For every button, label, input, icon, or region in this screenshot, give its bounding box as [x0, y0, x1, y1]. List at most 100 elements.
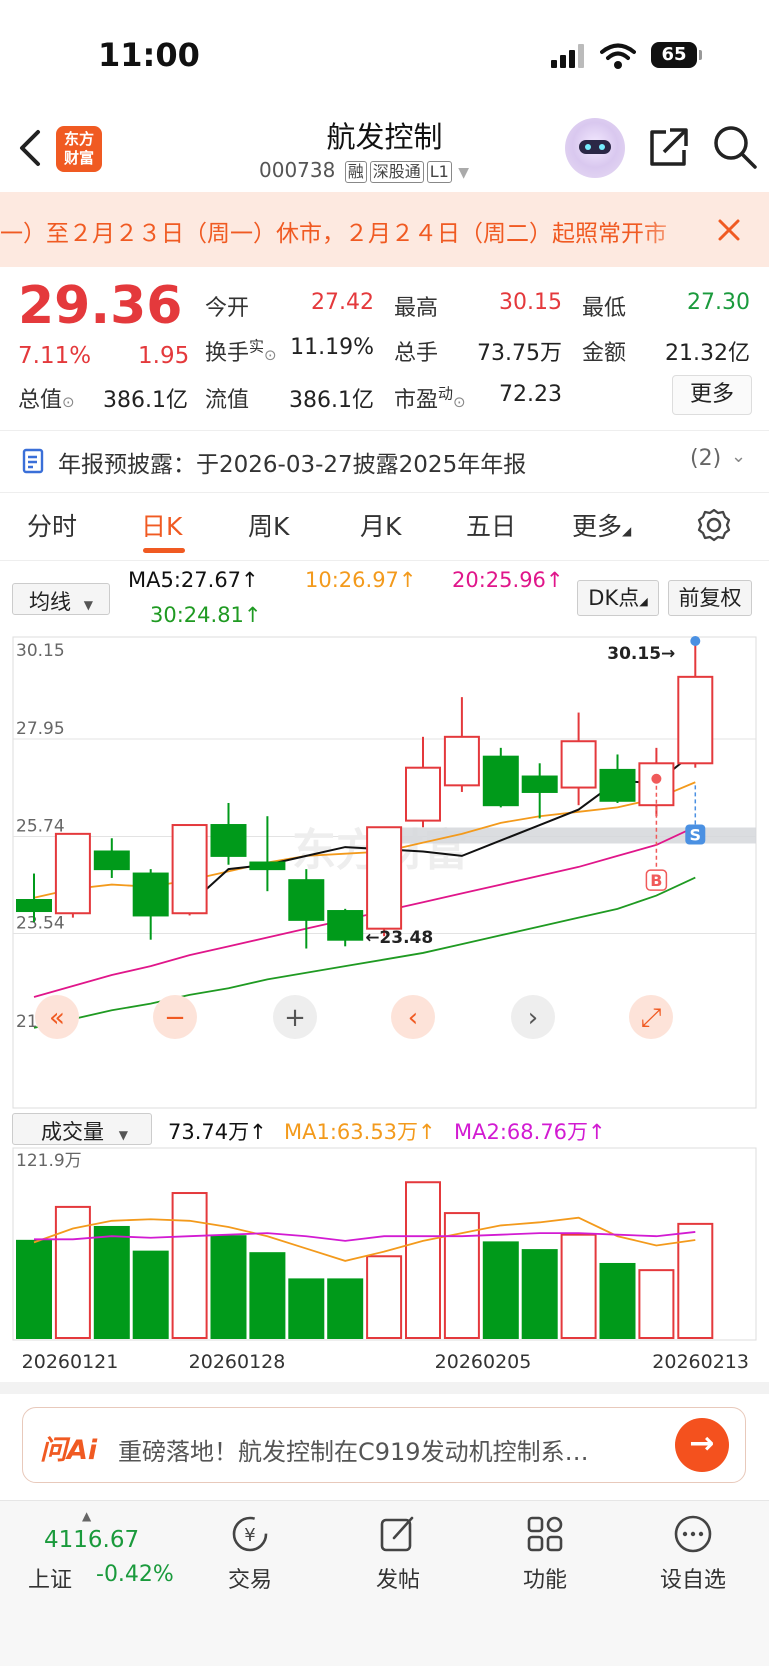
candle-body — [521, 775, 558, 793]
close-icon[interactable] — [717, 218, 741, 242]
indicator-selector[interactable]: 成交量 ▼ — [12, 1113, 152, 1145]
report-notice-text[interactable]: 年报预披露：于2026-03-27披露2025年年报 — [58, 445, 526, 479]
info-icon: ⊙ — [264, 346, 277, 364]
volume-bar — [366, 1255, 403, 1339]
stat-label-turnover: 换手实⊙ — [205, 335, 277, 367]
notice-text: 一）至２月２３日（周一）休市，２月２４日（周二）起照常开市 — [0, 221, 667, 247]
index-change[interactable]: -0.42% — [96, 1562, 174, 1587]
chevron-down-icon: ▼ — [83, 598, 93, 612]
volume-bar — [638, 1269, 675, 1339]
chevron-down-icon: ▼ — [118, 1128, 128, 1142]
wifi-icon — [600, 43, 636, 69]
ma5-value: MA5:27.67↑ — [128, 568, 259, 592]
nav-function[interactable]: 功能 — [485, 1562, 605, 1594]
share-icon[interactable] — [646, 126, 690, 170]
volume-ma2: MA2:68.76万↑ — [454, 1120, 606, 1144]
volume-current: 73.74万↑ — [168, 1120, 267, 1144]
tab-intraday[interactable]: 分时 — [27, 507, 77, 543]
y-tick-label: 30.15 — [16, 641, 65, 661]
nav-post[interactable]: 发帖 — [338, 1562, 458, 1594]
tab-weekly-k[interactable]: 周K — [248, 507, 289, 543]
nav-trade[interactable]: 交易 — [190, 1562, 310, 1594]
stat-label-volume: 总手 — [394, 341, 439, 366]
chevron-down-icon: ▼ — [458, 165, 469, 181]
stock-code-line[interactable]: 000738 融深股通 L1 ▼ — [259, 158, 469, 183]
settings-gear-icon[interactable] — [697, 508, 731, 542]
turnover-label-text: 换手 — [205, 341, 250, 366]
post-edit-icon[interactable] — [338, 1512, 458, 1560]
candle-body — [171, 824, 208, 915]
x-date-label: 20260121 — [22, 1351, 119, 1373]
ma-selector[interactable]: 均线 ▼ — [12, 583, 110, 615]
kline-chart[interactable]: 30.1527.9525.7423.5421.33东方财富 30.15→←23.… — [0, 630, 769, 1110]
scroll-far-left-icon-glyph: « — [49, 1003, 65, 1033]
tab-daily-k[interactable]: 日K — [141, 507, 182, 543]
divider — [0, 430, 769, 431]
volume-bar — [560, 1233, 597, 1339]
more-stats-button[interactable]: 更多 — [672, 375, 752, 415]
function-grid-icon[interactable] — [485, 1512, 605, 1560]
caret-up-icon: ▲ — [82, 1509, 92, 1523]
tab-monthly-k[interactable]: 月K — [360, 507, 401, 543]
ai-assistant-avatar[interactable] — [565, 118, 625, 178]
low-price-label: ←23.48 — [365, 928, 433, 948]
info-icon: ⊙ — [62, 393, 75, 411]
pe-label-text: 市盈 — [394, 388, 439, 413]
trade-icon[interactable]: ¥ — [190, 1512, 310, 1560]
battery-icon: 65 — [651, 42, 697, 68]
stat-value-volume: 73.75万 — [477, 341, 562, 366]
stat-label-open: 今开 — [205, 296, 250, 321]
stat-value-low: 27.30 — [687, 290, 750, 315]
pe-sup: 动 — [438, 384, 454, 403]
candle-body — [132, 872, 169, 917]
buy-marker-label: B — [650, 871, 662, 890]
stat-label-float-value: 流值 — [205, 388, 250, 413]
volume-bar — [210, 1235, 247, 1339]
battery-cap — [699, 50, 702, 60]
zoom-in-icon-glyph: + — [284, 1003, 306, 1033]
turnover-sup: 实 — [249, 337, 265, 356]
search-icon[interactable] — [712, 124, 758, 170]
volume-bar — [405, 1181, 441, 1340]
stat-label-high: 最高 — [394, 296, 439, 321]
stock-code: 000738 — [259, 158, 336, 182]
index-name[interactable]: 上证 — [28, 1562, 72, 1594]
dk-point-button[interactable]: DK点◢ — [577, 580, 659, 616]
ai-headline[interactable]: 重磅落地！航发控制在C919发动机控制系… — [118, 1432, 648, 1467]
tab-five-day[interactable]: 五日 — [466, 507, 516, 543]
adjust-price-button[interactable]: 前复权 — [668, 580, 752, 616]
volume-bar — [288, 1278, 325, 1340]
stat-value-amount: 21.32亿 — [665, 341, 750, 366]
index-value[interactable]: 4116.67 — [44, 1527, 139, 1553]
stat-value-total-value: 386.1亿 — [103, 388, 188, 413]
tab-more[interactable]: 更多◢ — [572, 507, 631, 543]
cellular-signal-icon — [551, 44, 587, 68]
volume-bar — [521, 1249, 558, 1339]
volume-chart[interactable]: 121.9万 20260121 20260128 20260205 20260213 — [0, 1146, 769, 1396]
zoom-out-icon-glyph: − — [164, 1003, 186, 1033]
candle-body — [327, 910, 364, 941]
scroll-left-icon-glyph: ‹ — [408, 1003, 418, 1033]
candle-body — [638, 762, 675, 807]
stat-value-high: 30.15 — [499, 290, 562, 315]
y-tick-label: 23.54 — [16, 914, 65, 934]
caret-icon: ◢ — [639, 595, 648, 608]
ma-selector-label: 均线 — [29, 590, 71, 614]
candle-body — [405, 766, 441, 822]
volume-bar — [443, 1212, 480, 1339]
change-amount: 1.95 — [138, 343, 190, 369]
nav-watchlist[interactable]: 设自选 — [633, 1562, 753, 1594]
volume-bar — [327, 1278, 364, 1340]
more-dots-icon[interactable] — [633, 1512, 753, 1560]
chart-bottom-band — [0, 1382, 769, 1394]
high-price-label: 30.15→ — [607, 644, 675, 664]
candle-body — [210, 824, 247, 857]
candle-body — [599, 768, 636, 802]
volume-bar — [482, 1241, 519, 1339]
divider — [0, 492, 769, 493]
scroll-right-icon-glyph: › — [528, 1003, 538, 1033]
arrow-right-icon[interactable]: → — [675, 1418, 729, 1472]
ai-logo: 问Ai — [40, 1435, 98, 1466]
chevron-down-icon[interactable]: ⌄ — [731, 446, 746, 467]
report-count[interactable]: (2) — [690, 446, 721, 471]
